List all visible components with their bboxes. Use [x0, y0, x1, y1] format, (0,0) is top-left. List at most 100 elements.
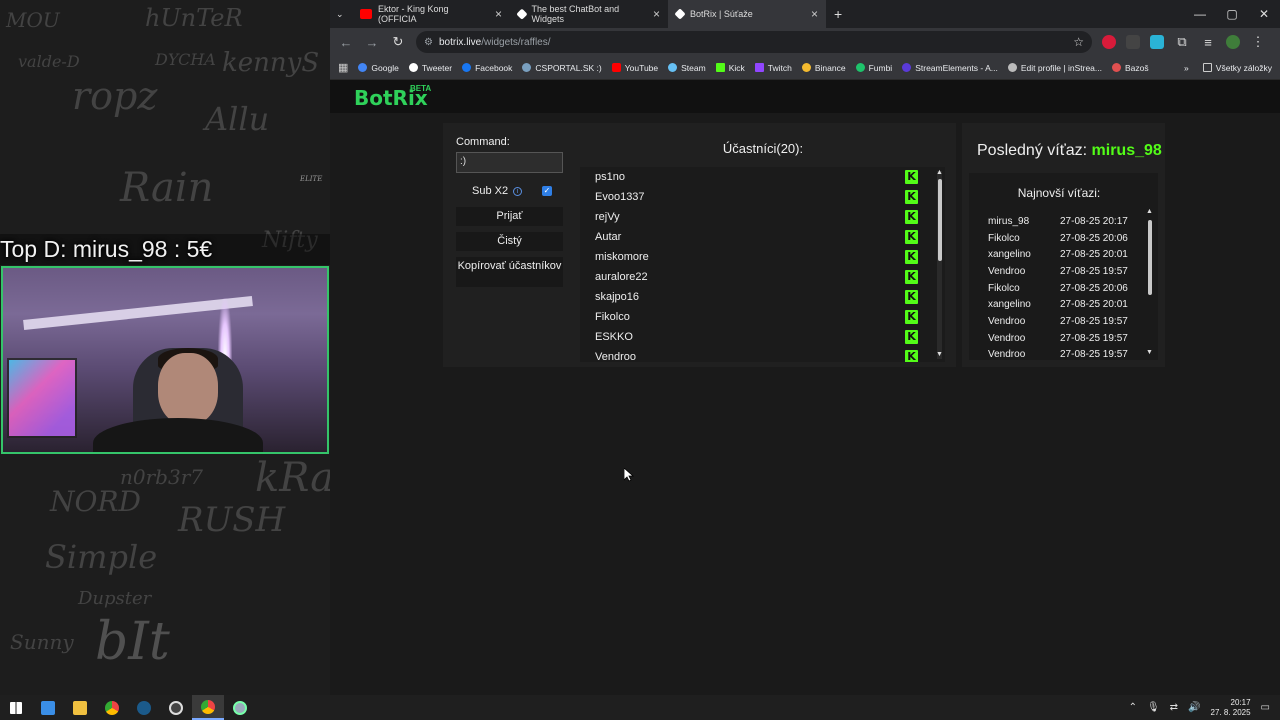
tab-chatbot[interactable]: The best ChatBot and Widgets ×	[510, 0, 668, 28]
bookmark-label: CSPORTAL.SK :)	[535, 62, 602, 73]
taskbar-app[interactable]	[160, 695, 192, 720]
bookmark-steam[interactable]: Steam	[668, 63, 706, 73]
network-icon[interactable]: ⇄	[1170, 702, 1178, 713]
bookmark-fumbi[interactable]: Fumbi	[855, 63, 892, 73]
close-window-button[interactable]: ✕	[1248, 0, 1280, 28]
streamer-face	[158, 353, 218, 425]
bookmark-google[interactable]: Google	[358, 63, 399, 73]
taskbar-app[interactable]	[64, 695, 96, 720]
participants-list[interactable]: ps1no K Evoo1337 K rejVy K Autar K miskomore…	[580, 167, 945, 362]
bookmark-label: StreamElements - A...	[915, 62, 998, 73]
kick-icon: K	[905, 330, 918, 344]
tab-youtube[interactable]: Ektor - King Kong (OFFICIA ×	[352, 0, 510, 28]
close-icon[interactable]: ×	[811, 7, 818, 21]
close-icon[interactable]: ×	[495, 7, 502, 21]
extension-icon[interactable]	[1126, 35, 1140, 49]
tray-overflow-icon[interactable]: ⌃	[1129, 702, 1137, 713]
kick-icon: K	[905, 270, 918, 284]
winner-name: xangelino	[988, 249, 1031, 260]
address-bar[interactable]: ⚙ botrix.live/widgets/raffles/ ☆	[416, 31, 1092, 53]
back-icon[interactable]: ←	[338, 35, 354, 50]
winner-date: 27-08-25 19:57	[1060, 266, 1128, 277]
close-icon[interactable]: ×	[653, 7, 660, 21]
taskbar-app-active[interactable]	[192, 695, 224, 720]
graffiti-text: n0rb3r7	[120, 465, 203, 489]
graffiti-text: kRaM	[255, 455, 330, 501]
winner-date: 27-08-25 19:57	[1060, 316, 1128, 327]
participant-row: auralore22 K	[580, 267, 945, 287]
bookmark-youtube[interactable]: YouTube	[611, 63, 658, 73]
tab-search-button[interactable]: ⌄	[330, 0, 352, 28]
new-tab-button[interactable]: +	[826, 0, 852, 28]
bookmark-twitch[interactable]: Twitch	[754, 63, 792, 73]
clock[interactable]: 20:17 27. 8. 2025	[1211, 698, 1251, 718]
bookmark-csportal[interactable]: CSPORTAL.SK :)	[522, 62, 602, 73]
winner-row: xangelino 27-08-25 20:01	[988, 299, 1128, 310]
scroll-up-icon[interactable]: ▲	[936, 169, 943, 176]
bookmark-instream[interactable]: Edit profile | inStrea...	[1007, 63, 1102, 73]
bookmark-kick[interactable]: Kick	[715, 63, 745, 73]
extension-icon[interactable]	[1150, 35, 1164, 49]
menu-kebab-icon[interactable]: ⋮	[1250, 34, 1266, 50]
scroll-up-icon[interactable]: ▲	[1146, 208, 1153, 215]
extension-icon[interactable]	[1102, 35, 1116, 49]
copy-participants-button[interactable]: Kopírovať účastníkov	[456, 257, 563, 287]
microphone-icon[interactable]: 🎙	[1147, 702, 1160, 713]
app-icon	[233, 700, 247, 715]
participant-row: Vendroo K	[580, 347, 945, 362]
bookmarks-overflow-button[interactable]: »	[1184, 63, 1189, 73]
bookmark-star-icon[interactable]: ☆	[1073, 35, 1084, 49]
graffiti-text: bIt	[95, 612, 170, 672]
accept-button[interactable]: Prijať	[456, 207, 563, 226]
taskbar-app[interactable]	[32, 695, 64, 720]
reload-icon[interactable]: ↻	[390, 34, 406, 50]
notifications-icon[interactable]: ▭	[1261, 702, 1270, 713]
participant-name: rejVy	[595, 211, 620, 223]
botrix-icon	[674, 8, 686, 20]
bookmarks-bar: ▦ Google Tweeter Facebook CSPORTAL.SK :)…	[330, 56, 1280, 80]
clear-button[interactable]: Čistý	[456, 232, 563, 251]
tab-botrix-raffles[interactable]: BotRix | Súťaže ×	[668, 0, 826, 28]
graffiti-text: MOU	[6, 8, 60, 32]
bookmark-binance[interactable]: Binance	[801, 63, 846, 73]
bookmark-bazos[interactable]: Bazoš	[1111, 63, 1149, 73]
clock-date: 27. 8. 2025	[1210, 707, 1251, 717]
taskbar-app[interactable]	[224, 695, 256, 720]
graffiti-text: kennyS	[222, 48, 320, 78]
winner-name: Vendroo	[988, 349, 1026, 360]
taskbar-app[interactable]	[128, 695, 160, 720]
apps-grid-icon[interactable]: ▦	[338, 61, 348, 74]
start-button[interactable]	[0, 695, 32, 720]
page-content: BotRix BETA Command: :) Sub X2 i ✓ Prija…	[330, 80, 1280, 695]
kick-icon: K	[905, 290, 918, 304]
google-icon	[358, 63, 368, 72]
all-bookmarks-button[interactable]: Všetky záložky	[1202, 63, 1272, 73]
taskbar-app[interactable]	[96, 695, 128, 720]
last-winner-label: Posledný víťaz:	[977, 142, 1088, 159]
participant-name: ps1no	[595, 171, 625, 183]
mouse-cursor-icon	[624, 468, 634, 482]
media-control-icon[interactable]: ≡	[1200, 35, 1216, 50]
site-info-icon[interactable]: ⚙	[424, 37, 433, 48]
bookmark-facebook[interactable]: Facebook	[462, 63, 512, 73]
sub-x2-checkbox[interactable]: ✓	[542, 186, 552, 196]
participants-scroll-thumb[interactable]	[938, 179, 942, 261]
recent-winners-box[interactable]: Najnovší víťazi: mirus_98 27-08-25 20:17 …	[969, 173, 1158, 360]
bookmark-streamelements[interactable]: StreamElements - A...	[902, 63, 998, 73]
info-icon[interactable]: i	[513, 186, 523, 196]
bookmark-tweeter[interactable]: Tweeter	[408, 63, 452, 73]
tab-label: Ektor - King Kong (OFFICIA	[377, 4, 449, 24]
scroll-down-icon[interactable]: ▼	[1146, 349, 1153, 356]
extensions-puzzle-icon[interactable]: ⧉	[1174, 34, 1190, 50]
scroll-down-icon[interactable]: ▼	[936, 351, 943, 358]
top-donation-label: Top D: mirus_98 : 5€	[0, 234, 330, 265]
minimize-button[interactable]: —	[1184, 0, 1216, 28]
command-input[interactable]: :)	[456, 152, 563, 173]
volume-icon[interactable]: 🔊	[1188, 702, 1200, 713]
winner-date: 27-08-25 19:57	[1060, 333, 1128, 344]
forward-icon[interactable]: →	[364, 35, 380, 50]
raffle-panel: Command: :) Sub X2 i ✓ Prijať Čistý Kopí…	[443, 123, 956, 367]
maximize-button[interactable]: ▢	[1216, 0, 1248, 28]
profile-avatar[interactable]	[1226, 35, 1240, 49]
recent-scroll-thumb[interactable]	[1148, 220, 1152, 295]
